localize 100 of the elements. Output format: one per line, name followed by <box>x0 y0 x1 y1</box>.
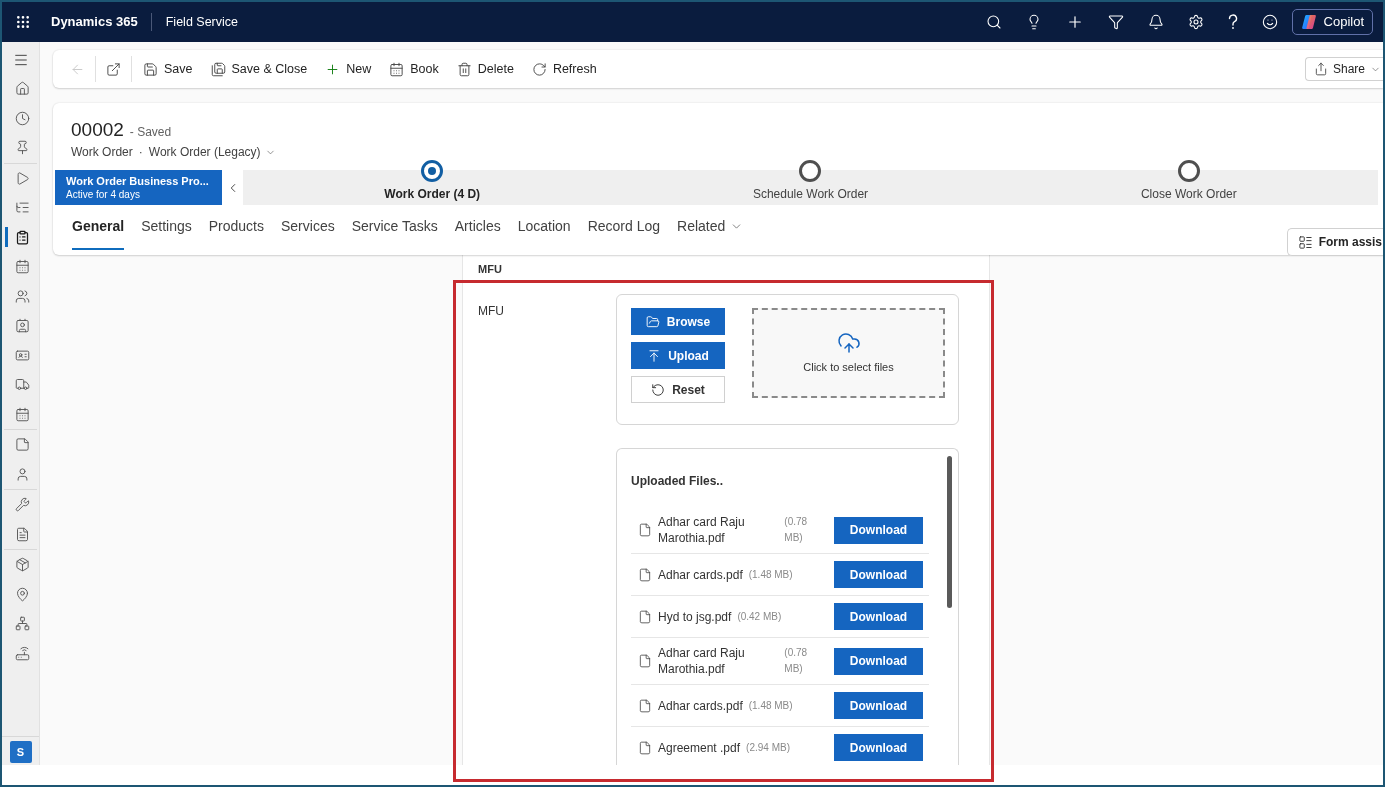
copilot-button[interactable]: Copilot <box>1291 9 1373 35</box>
entity-name: Work Order <box>71 144 133 161</box>
package-icon <box>15 557 30 573</box>
save-close-button[interactable]: Save & Close <box>204 54 314 84</box>
new-button[interactable]: New <box>319 54 378 84</box>
delete-button[interactable]: Delete <box>450 54 520 84</box>
smiley-icon[interactable] <box>1261 14 1278 30</box>
trash-icon <box>456 61 472 77</box>
grid-dots-icon[interactable] <box>15 14 31 30</box>
record-number: 00002 <box>71 118 124 142</box>
upload-arrow-icon <box>647 348 662 363</box>
id-card-icon <box>15 347 30 363</box>
cloud-upload-icon <box>836 330 861 355</box>
refresh-icon <box>531 61 547 77</box>
download-button[interactable]: Download <box>834 734 923 761</box>
save-button[interactable]: Save <box>137 54 199 84</box>
file-size: (1.48 MB) <box>748 567 793 582</box>
process-stage[interactable]: Schedule Work Order <box>752 160 869 205</box>
process-duration: Active for 4 days <box>66 188 141 201</box>
tab[interactable]: Related <box>677 205 744 250</box>
list-tree-icon <box>15 200 30 216</box>
bell-icon[interactable] <box>1147 14 1164 30</box>
file-size: (0.78 MB) <box>784 646 809 676</box>
pin-icon <box>15 140 30 156</box>
uploaded-files-title: Uploaded Files.. <box>631 474 723 488</box>
app-name[interactable]: Dynamics 365 <box>51 12 138 32</box>
file-name: Adhar card Raju Marothia.pdf <box>658 514 746 546</box>
tab[interactable]: Settings <box>141 205 192 250</box>
tab[interactable]: Products <box>208 205 264 250</box>
process-stage[interactable]: Close Work Order <box>1140 160 1237 205</box>
process-name: Work Order Business Pro... <box>66 174 210 188</box>
plus-icon <box>325 61 341 77</box>
reset-button[interactable]: Reset <box>631 376 725 403</box>
process-stage[interactable]: Work Order (4 D) <box>384 160 481 205</box>
colorful-logo-icon <box>1300 14 1317 30</box>
tab[interactable]: Services <box>281 205 335 250</box>
share-button[interactable]: Share <box>1304 57 1383 81</box>
tab[interactable]: Service Tasks <box>351 205 438 250</box>
process-panel[interactable]: Work Order Business Pro... Active for 4 days <box>55 170 222 205</box>
tab[interactable]: Record Log <box>587 205 660 250</box>
book-button[interactable]: Book <box>383 54 445 84</box>
download-button[interactable]: Download <box>834 603 923 630</box>
people-icon <box>15 288 30 304</box>
map-pin-icon <box>15 586 30 602</box>
document-icon <box>15 526 30 542</box>
settings-icon[interactable] <box>1187 14 1204 30</box>
router-icon <box>15 645 30 661</box>
reset-icon <box>651 382 666 397</box>
field-label: MFU <box>478 304 504 318</box>
popout-icon[interactable] <box>106 61 121 77</box>
download-button[interactable]: Download <box>834 561 923 588</box>
file-name: Hyd to jsg.pdf <box>658 608 732 625</box>
play-icon <box>15 170 30 186</box>
browse-button[interactable]: Browse <box>631 308 725 335</box>
file-name: Agreement .pdf <box>658 739 741 756</box>
person-icon <box>15 466 30 482</box>
calendar-icon <box>15 406 30 422</box>
help-icon[interactable] <box>1227 14 1238 30</box>
download-button[interactable]: Download <box>834 647 923 675</box>
file-size: (0.42 MB) <box>737 609 782 624</box>
download-button[interactable]: Download <box>834 516 923 544</box>
save-all-icon <box>210 61 226 77</box>
record-status: - Saved <box>129 124 172 141</box>
wrench-icon <box>15 497 30 513</box>
file-size: (2.94 MB) <box>746 740 790 755</box>
user-avatar[interactable]: S <box>9 741 32 763</box>
search-icon[interactable] <box>985 14 1002 30</box>
clipboard-icon <box>15 229 30 245</box>
truck-icon <box>15 377 30 393</box>
file-name: Adhar cards.pdf <box>658 697 743 714</box>
download-button[interactable]: Download <box>834 692 923 719</box>
file-name: Adhar cards.pdf <box>658 566 743 583</box>
scrollbar-thumb[interactable] <box>947 456 952 608</box>
tab[interactable]: Location <box>517 205 571 250</box>
area-name: Field Service <box>165 13 238 31</box>
share-icon <box>1313 62 1328 76</box>
file-icon <box>638 567 652 582</box>
form-selector[interactable]: Work Order (Legacy) <box>148 143 276 161</box>
separator-dot: · <box>138 144 143 161</box>
file-size: (1.48 MB) <box>748 698 793 713</box>
file-icon <box>638 740 652 755</box>
file-dropzone[interactable]: Click to select files <box>752 308 945 398</box>
file-icon <box>638 654 652 668</box>
file-name: Adhar card Raju Marothia.pdf <box>658 645 746 677</box>
save-icon <box>143 61 158 77</box>
upload-button[interactable]: Upload <box>631 342 725 369</box>
refresh-button[interactable]: Refresh <box>525 54 603 84</box>
contact-card-icon <box>15 318 30 334</box>
tab[interactable]: General <box>72 205 125 250</box>
network-icon <box>15 616 30 632</box>
clock-icon <box>15 110 30 126</box>
note-icon <box>15 437 30 453</box>
filter-icon[interactable] <box>1107 14 1124 30</box>
file-icon <box>638 698 652 713</box>
file-icon <box>638 609 652 624</box>
home-icon <box>15 81 30 97</box>
file-size: (0.78 MB) <box>784 515 809 545</box>
tab[interactable]: Articles <box>454 205 501 250</box>
folder-icon <box>645 314 660 329</box>
form-assist-button[interactable]: Form assis <box>1286 228 1383 256</box>
